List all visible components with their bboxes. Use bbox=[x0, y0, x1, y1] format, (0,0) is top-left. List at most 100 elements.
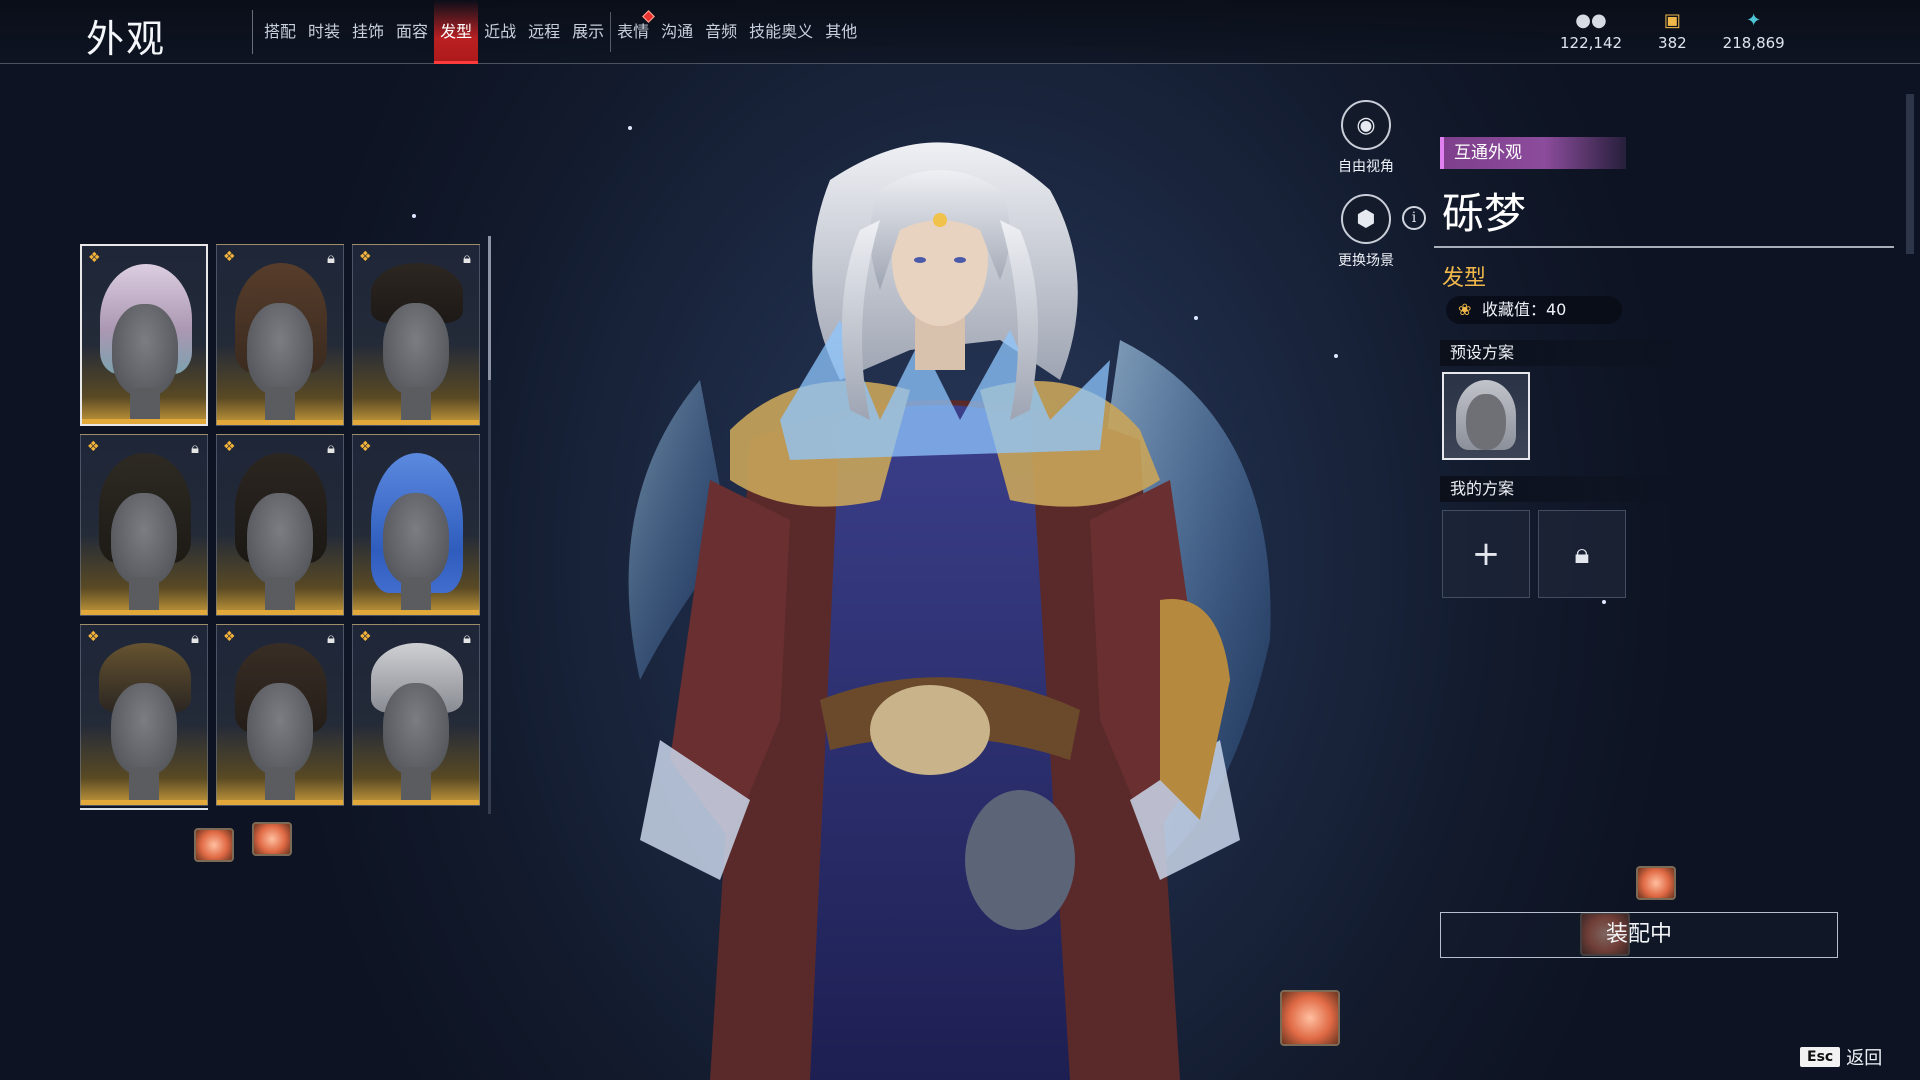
sparkle bbox=[1602, 600, 1606, 604]
tab-emotes[interactable]: 表情 bbox=[611, 0, 656, 64]
rarity-icon: ❖ bbox=[87, 629, 100, 645]
tab-skill-ultimate[interactable]: 技能奥义 bbox=[743, 0, 819, 64]
tab-fashion[interactable]: 时装 bbox=[302, 0, 346, 64]
preset-plan-thumbnail[interactable] bbox=[1442, 372, 1530, 460]
hairstyle-card[interactable]: ❖ 🔒︎ bbox=[352, 244, 480, 426]
feather-icon: ✦ bbox=[1746, 10, 1762, 31]
back-button[interactable]: Esc 返回 bbox=[1800, 1044, 1882, 1070]
character-model[interactable] bbox=[580, 120, 1320, 1080]
coin-icon: ●● bbox=[1575, 10, 1607, 31]
my-plans-section-header: 我的方案 bbox=[1440, 476, 1690, 502]
lock-icon: 🔒︎ bbox=[191, 629, 199, 647]
page-title: 外观 bbox=[86, 17, 167, 61]
hairstyle-card[interactable]: ❖ 🔒︎ bbox=[352, 624, 480, 806]
tab-audio[interactable]: 音频 bbox=[699, 0, 743, 64]
neck-silhouette bbox=[129, 767, 159, 801]
face-silhouette bbox=[112, 304, 178, 396]
lock-icon: 🔒︎ bbox=[327, 439, 335, 457]
sparkle bbox=[412, 214, 416, 218]
esc-key-icon: Esc bbox=[1800, 1047, 1841, 1067]
hairstyle-card[interactable]: ❖ 🔒︎ bbox=[80, 434, 208, 616]
panel-scrollbar[interactable] bbox=[1906, 94, 1914, 254]
free-view-button[interactable]: ◉ 自由视角 bbox=[1326, 100, 1406, 176]
tab-emotes-label: 表情 bbox=[617, 22, 650, 41]
tab-accessories[interactable]: 挂饰 bbox=[346, 0, 390, 64]
rarity-icon: ❖ bbox=[359, 629, 372, 645]
currency-coins-value: 122,142 bbox=[1560, 34, 1623, 52]
hairstyle-card[interactable]: ❖ 🔒︎ bbox=[216, 624, 344, 806]
item-name: 砾梦 bbox=[1442, 189, 1527, 238]
currency-coins: ●● 122,142 bbox=[1560, 10, 1622, 52]
rarity-icon: ❖ bbox=[223, 629, 236, 645]
rarity-icon: ❖ bbox=[359, 439, 372, 455]
currency-tickets: ▣ 382 bbox=[1658, 10, 1687, 52]
grid-scrollbar-thumb[interactable] bbox=[488, 236, 491, 380]
face-silhouette bbox=[111, 493, 177, 585]
tab-hairstyle[interactable]: 发型 bbox=[434, 0, 479, 64]
plus-icon: + bbox=[1471, 534, 1501, 574]
hairstyle-grid: ❖ ❖ 🔒︎ ❖ 🔒︎ ❖ 🔒︎ ❖ 🔒︎ ❖ ❖ 🔒︎ ❖ 🔒︎ ❖ 🔒︎ bbox=[80, 244, 480, 806]
currency-feathers-value: 218,869 bbox=[1722, 34, 1785, 52]
top-bar: 外观 搭配 时装 挂饰 面容 发型 近战 远程 展示 表情 沟通 音频 技能奥义… bbox=[0, 0, 1920, 64]
free-view-label: 自由视角 bbox=[1338, 159, 1394, 175]
locked-plan-slot[interactable]: 🔒︎ bbox=[1538, 510, 1626, 598]
tab-communication[interactable]: 沟通 bbox=[655, 0, 699, 64]
title-divider bbox=[252, 10, 253, 54]
face-silhouette bbox=[383, 493, 449, 585]
currency-feathers: ✦ 218,869 bbox=[1723, 10, 1785, 52]
rarity-icon: ❖ bbox=[87, 439, 100, 455]
hairstyle-card[interactable]: ❖ 🔒︎ bbox=[216, 434, 344, 616]
notification-dot-icon bbox=[642, 10, 656, 23]
hairstyle-card[interactable]: ❖ 🔒︎ bbox=[216, 244, 344, 426]
neck-silhouette bbox=[401, 577, 431, 611]
tab-melee[interactable]: 近战 bbox=[478, 0, 522, 64]
preset-section-header: 预设方案 bbox=[1440, 340, 1690, 366]
tab-ranged[interactable]: 远程 bbox=[522, 0, 566, 64]
neck-silhouette bbox=[265, 387, 295, 421]
back-label: 返回 bbox=[1846, 1048, 1883, 1069]
neck-silhouette bbox=[401, 387, 431, 421]
rarity-icon: ❖ bbox=[88, 250, 101, 266]
currency-tickets-value: 382 bbox=[1658, 34, 1687, 52]
lantern-decoration bbox=[1636, 866, 1676, 900]
name-divider bbox=[1434, 246, 1894, 248]
lantern-decoration bbox=[194, 828, 234, 862]
face-silhouette bbox=[383, 303, 449, 395]
sparkle bbox=[1334, 354, 1338, 358]
face-silhouette bbox=[247, 683, 313, 775]
neck-silhouette bbox=[129, 577, 159, 611]
tab-display[interactable]: 展示 bbox=[566, 0, 610, 64]
hairstyle-card[interactable]: ❖ 🔒︎ bbox=[80, 624, 208, 806]
collection-value: 收藏值：40 bbox=[1482, 300, 1567, 319]
add-plan-button[interactable]: + bbox=[1442, 510, 1530, 598]
category-tabs: 搭配 时装 挂饰 面容 发型 近战 远程 展示 表情 沟通 音频 技能奥义 其他 bbox=[258, 0, 863, 64]
rarity-icon: ❖ bbox=[223, 439, 236, 455]
neck-silhouette bbox=[130, 388, 160, 422]
face-silhouette bbox=[111, 683, 177, 775]
ticket-icon: ▣ bbox=[1663, 10, 1681, 31]
change-scene-button[interactable]: ⬢ 更换场景 bbox=[1326, 194, 1406, 270]
tab-face[interactable]: 面容 bbox=[390, 0, 434, 64]
collection-value-badge: ❀ 收藏值：40 bbox=[1446, 296, 1622, 324]
lock-icon: 🔒︎ bbox=[327, 249, 335, 267]
item-category: 发型 bbox=[1442, 266, 1487, 291]
hairstyle-card[interactable]: ❖ bbox=[352, 434, 480, 616]
cross-platform-tag: 互通外观 bbox=[1440, 137, 1626, 169]
neck-silhouette bbox=[401, 767, 431, 801]
change-scene-label: 更换场景 bbox=[1338, 253, 1394, 269]
equip-button[interactable]: 装配中 bbox=[1440, 912, 1838, 958]
face-silhouette bbox=[383, 683, 449, 775]
rarity-icon: ❖ bbox=[223, 249, 236, 265]
lock-icon: 🔒︎ bbox=[191, 439, 199, 457]
collection-icon: ❀ bbox=[1458, 300, 1472, 319]
info-icon[interactable]: i bbox=[1402, 206, 1426, 230]
tab-other[interactable]: 其他 bbox=[819, 0, 863, 64]
rarity-icon: ❖ bbox=[359, 249, 372, 265]
tab-outfit-set[interactable]: 搭配 bbox=[258, 0, 302, 64]
face-silhouette bbox=[1466, 394, 1506, 450]
lock-icon: 🔒︎ bbox=[463, 629, 471, 647]
face-silhouette bbox=[247, 493, 313, 585]
neck-silhouette bbox=[265, 577, 295, 611]
cube-icon: ⬢ bbox=[1341, 194, 1391, 244]
hairstyle-card[interactable]: ❖ bbox=[80, 244, 208, 426]
